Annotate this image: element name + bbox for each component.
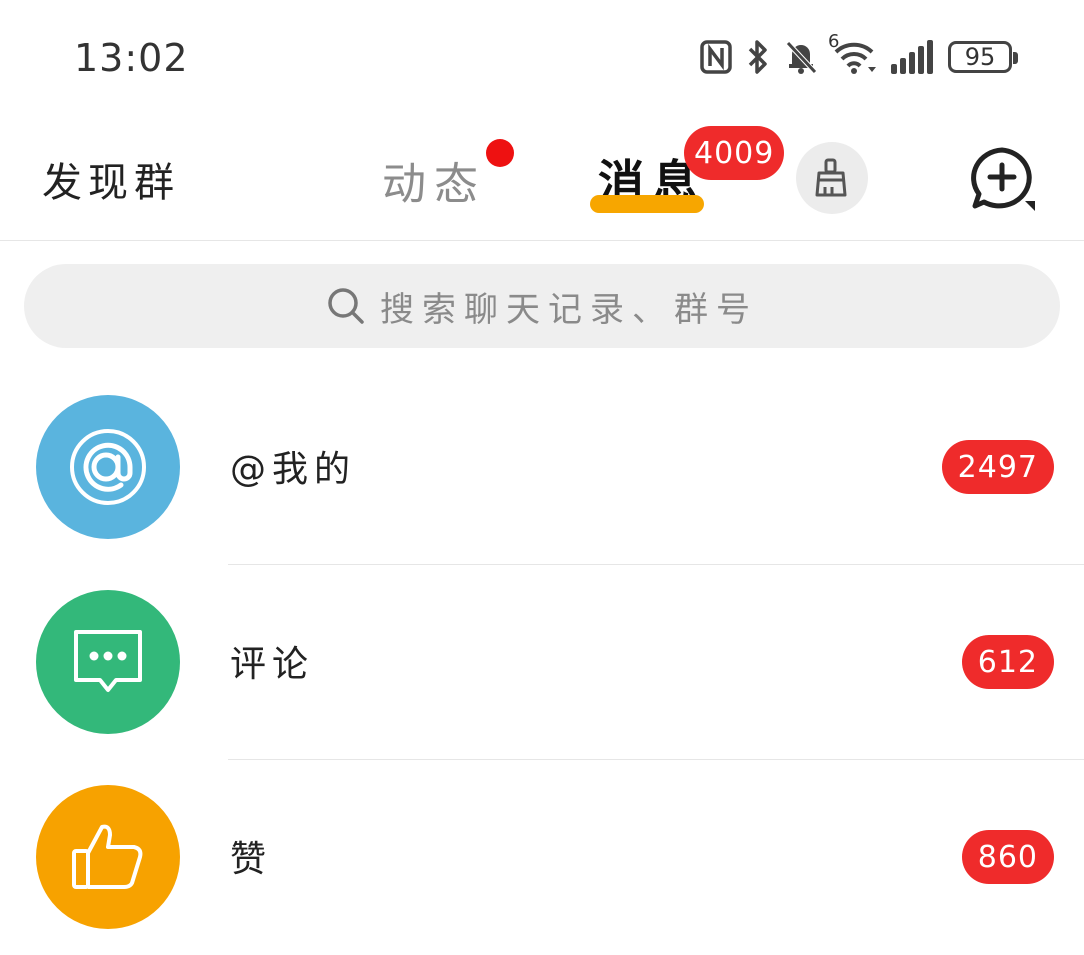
thumbs-up-icon — [72, 824, 143, 889]
list-item-comments[interactable]: 评论 612 — [0, 565, 1084, 760]
messages-count-badge: 4009 — [684, 126, 785, 180]
top-navigation: 发现群 动态 消息 4009 — [0, 112, 1084, 241]
feed-unread-dot — [486, 139, 514, 167]
wifi-icon: 6 — [828, 31, 876, 75]
list-item-likes[interactable]: 赞 860 — [0, 760, 1084, 955]
status-icons: 6 95 — [700, 31, 1018, 80]
comments-avatar — [36, 590, 180, 734]
battery-level: 95 — [948, 41, 1018, 73]
search-icon — [328, 288, 364, 324]
bell-muted-icon — [784, 39, 818, 75]
likes-avatar — [36, 785, 180, 929]
unread-count-badge: 860 — [961, 830, 1054, 884]
broom-icon — [815, 158, 847, 197]
clear-unread-button[interactable] — [796, 142, 868, 214]
signal-icon — [890, 40, 934, 74]
unread-count-badge: 2497 — [941, 440, 1054, 494]
mentions-avatar — [36, 395, 180, 539]
chat-plus-icon — [971, 147, 1035, 211]
tab-discover-groups[interactable]: 发现群 — [42, 150, 180, 208]
active-tab-indicator — [590, 195, 704, 213]
list-item-title: @我的 — [230, 449, 357, 490]
new-chat-button[interactable] — [966, 142, 1038, 214]
list-item-title: 赞 — [230, 839, 273, 880]
at-icon — [70, 429, 146, 505]
nfc-icon — [700, 40, 732, 74]
list-item-title: 评论 — [230, 644, 315, 685]
clock: 13:02 — [74, 36, 189, 80]
unread-count-badge: 612 — [961, 635, 1054, 689]
bluetooth-icon — [746, 39, 770, 75]
search-bar[interactable]: 搜索聊天记录、群号 — [24, 264, 1060, 348]
search-placeholder: 搜索聊天记录、群号 — [380, 289, 758, 330]
comment-icon — [74, 630, 142, 692]
list-item-mentions[interactable]: @我的 2497 — [0, 370, 1084, 565]
status-bar: 13:02 6 95 — [0, 0, 1084, 110]
battery-icon: 95 — [948, 41, 1018, 73]
tab-feed[interactable]: 动态 — [382, 148, 486, 212]
wifi-badge: 6 — [828, 31, 840, 52]
